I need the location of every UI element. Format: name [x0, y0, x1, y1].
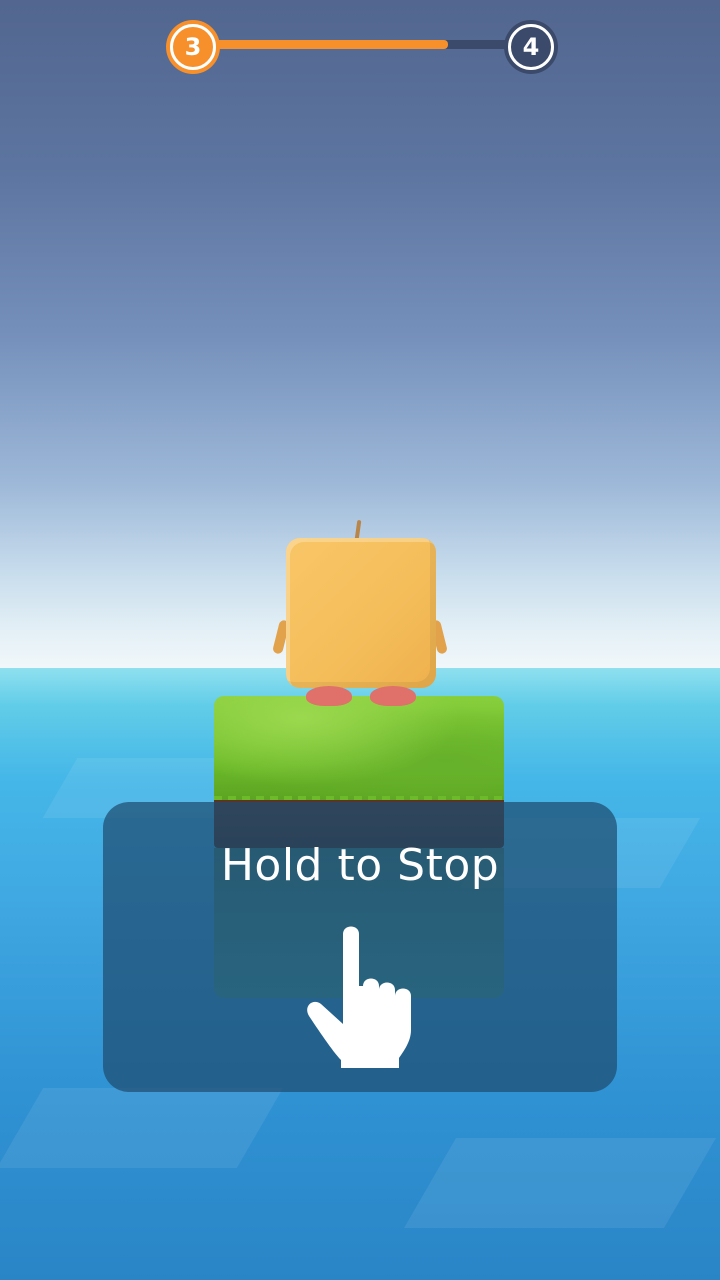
hold-to-stop-hint[interactable]: Hold to Stop [103, 802, 617, 1092]
next-level-number: 4 [522, 33, 540, 61]
chick-left-foot [306, 686, 352, 706]
level-progress-bar [214, 40, 514, 49]
pointing-hand-icon [307, 926, 411, 1068]
chick-character [286, 538, 436, 688]
level-progress-fill [214, 40, 448, 49]
current-level-number: 3 [184, 33, 202, 61]
next-level-badge: 4 [508, 24, 554, 70]
grass-top [214, 696, 504, 810]
chick-right-foot [370, 686, 416, 706]
hint-text: Hold to Stop [220, 840, 500, 891]
current-level-badge: 3 [170, 24, 216, 70]
